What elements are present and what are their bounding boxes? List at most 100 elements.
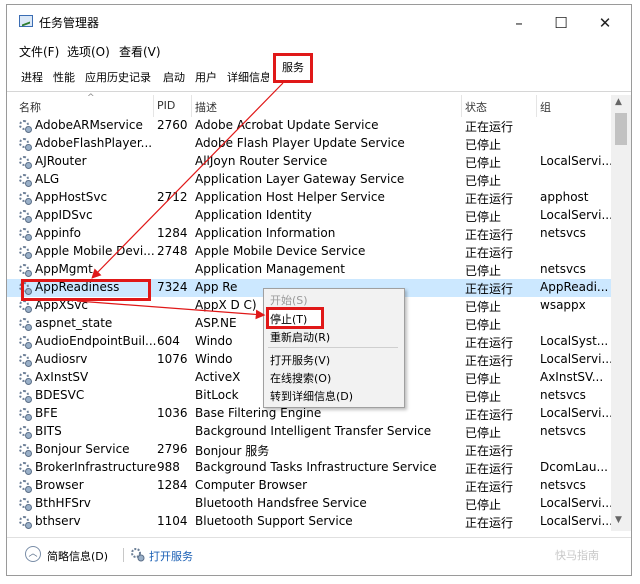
column-divider[interactable] [536, 95, 537, 117]
cell-name: AdobeARMservice [35, 118, 143, 132]
table-row[interactable]: BthHFSrv Bluetooth Handsfree Service 已停止 Lo… [7, 495, 611, 513]
cell-name: BFE [35, 406, 58, 420]
column-status[interactable]: 状态 [465, 99, 487, 115]
table-row[interactable]: BITS Background Intelligent Transfer Serv… [7, 423, 611, 441]
tab-app-history[interactable]: 应用历史记录 [85, 69, 151, 85]
cell-pid: 2760 [157, 118, 188, 132]
maximize-button[interactable]: ☐ [539, 9, 583, 37]
cell-description: Computer Browser [195, 478, 308, 492]
column-name[interactable]: 名称 [19, 99, 41, 115]
scroll-down-icon[interactable]: ▼ [615, 515, 622, 525]
tab-processes[interactable]: 进程 [21, 69, 43, 85]
service-gear-icon [19, 192, 32, 205]
cell-pid: 1284 [157, 226, 188, 240]
ctx-divider [268, 347, 398, 348]
table-row[interactable]: Browser 1284 Computer Browser 正在运行 netsvcs [7, 477, 611, 495]
cell-group: AxInstSV... [540, 370, 604, 384]
tab-details[interactable]: 详细信息 [227, 69, 269, 85]
cell-name: AJRouter [35, 154, 87, 168]
close-button[interactable]: ✕ [583, 9, 627, 37]
sort-ascending-icon: ^ [87, 93, 95, 103]
vertical-scrollbar[interactable]: ▲ ▼ [611, 95, 631, 531]
cell-status: 已停止 [465, 138, 502, 152]
fewer-details-link[interactable]: 简略信息(D) [47, 548, 108, 564]
cell-name: AudioEndpointBuil... [35, 334, 157, 348]
cell-name: BDESVC [35, 388, 85, 402]
tab-performance[interactable]: 性能 [53, 69, 75, 85]
ctx-search-online[interactable]: 在线搜索(O) [270, 370, 331, 386]
column-pid[interactable]: PID [157, 99, 175, 112]
service-gear-icon [19, 372, 32, 385]
ctx-go-to-details[interactable]: 转到详细信息(D) [270, 388, 353, 404]
column-header: 名称 ^ PID 描述 状态 组 [7, 93, 631, 117]
table-row[interactable]: Apple Mobile Devi... 2748 Apple Mobile Dev… [7, 243, 611, 261]
cell-name: BrokerInfrastructure [35, 460, 157, 474]
cell-group: LocalServi... [540, 406, 611, 420]
table-row[interactable]: AppHostSvc 2712 Application Host Helper Se… [7, 189, 611, 207]
cell-pid: 1284 [157, 478, 188, 492]
cell-status: 正在运行 [465, 444, 514, 458]
cell-name: Apple Mobile Devi... [35, 244, 155, 258]
table-row[interactable]: AJRouter AllJoyn Router Service 已停止 LocalSe… [7, 153, 611, 171]
table-row[interactable]: AdobeFlashPlayer... Adobe Flash Player Up… [7, 135, 611, 153]
tab-services[interactable]: 服务 [273, 53, 313, 83]
task-manager-window: 任务管理器 – ☐ ✕ 文件(F) 选项(O) 查看(V) 进程 性能 应用历史… [6, 4, 632, 576]
service-gear-icon [19, 246, 32, 259]
table-row[interactable]: Bonjour Service 2796 Bonjour 服务 正在运行 [7, 441, 611, 459]
ctx-stop[interactable]: 停止(T) [270, 311, 307, 327]
service-gear-icon [19, 138, 32, 151]
scrollbar-thumb[interactable] [615, 113, 627, 145]
menu-file[interactable]: 文件(F) [19, 43, 59, 60]
cell-status: 正在运行 [465, 192, 514, 206]
table-row[interactable]: AppIDSvc Application Identity 已停止 LocalServ… [7, 207, 611, 225]
table-row[interactable]: ALG Application Layer Gateway Service 已停止 [7, 171, 611, 189]
service-gear-icon [19, 174, 32, 187]
cell-description: Application Information [195, 226, 336, 240]
cell-name: aspnet_state [35, 316, 113, 330]
menu-options[interactable]: 选项(O) [67, 43, 110, 60]
open-services-link[interactable]: 打开服务 [149, 548, 193, 564]
column-divider[interactable] [461, 95, 462, 117]
cell-pid: 7324 [157, 280, 188, 294]
column-divider[interactable] [153, 95, 154, 117]
footer-divider [123, 548, 124, 562]
cell-group: LocalServi... [540, 352, 611, 366]
cell-group: LocalServi... [540, 208, 611, 222]
table-row[interactable]: AdobeARMservice 2760 Adobe Acrobat Update … [7, 117, 611, 135]
cell-description: Application Identity [195, 208, 312, 222]
menu-view[interactable]: 查看(V) [119, 43, 161, 60]
cell-status: 正在运行 [465, 408, 514, 422]
ctx-restart[interactable]: 重新启动(R) [270, 329, 330, 345]
chevron-up-icon[interactable]: ︿ [25, 546, 41, 562]
table-row[interactable]: BrokerInfrastructure 988 Background Tasks … [7, 459, 611, 477]
minimize-button[interactable]: – [497, 9, 541, 37]
tab-startup[interactable]: 启动 [163, 69, 185, 85]
cell-pid: 1076 [157, 352, 188, 366]
cell-pid: 2796 [157, 442, 188, 456]
cell-description: Base Filtering Engine [195, 406, 322, 420]
service-gear-icon [19, 156, 32, 169]
cell-description: Bluetooth Support Service [195, 514, 353, 528]
cell-name: Appinfo [35, 226, 81, 240]
cell-status: 已停止 [465, 390, 502, 404]
column-group[interactable]: 组 [540, 99, 551, 115]
cell-name: Browser [35, 478, 84, 492]
cell-description: Application Layer Gateway Service [195, 172, 405, 186]
cell-name: AppHostSvc [35, 190, 108, 204]
service-gear-icon [19, 462, 32, 475]
cell-status: 正在运行 [465, 480, 514, 494]
table-row[interactable]: AppMgmt Application Management 已停止 netsvcs [7, 261, 611, 279]
table-row[interactable]: Appinfo 1284 Application Information 正在运行 ne… [7, 225, 611, 243]
ctx-open-services[interactable]: 打开服务(V) [270, 352, 330, 368]
service-gear-icon [19, 264, 32, 277]
cell-status: 正在运行 [465, 120, 514, 134]
tab-users[interactable]: 用户 [195, 69, 217, 85]
column-description[interactable]: 描述 [195, 99, 217, 115]
column-divider[interactable] [191, 95, 192, 117]
cell-name: BITS [35, 424, 62, 438]
cell-status: 已停止 [465, 372, 502, 386]
cell-name: ALG [35, 172, 60, 186]
scroll-up-icon[interactable]: ▲ [615, 97, 622, 107]
service-gear-icon [19, 426, 32, 439]
table-row[interactable]: bthserv 1104 Bluetooth Support Service 正在运行… [7, 513, 611, 531]
